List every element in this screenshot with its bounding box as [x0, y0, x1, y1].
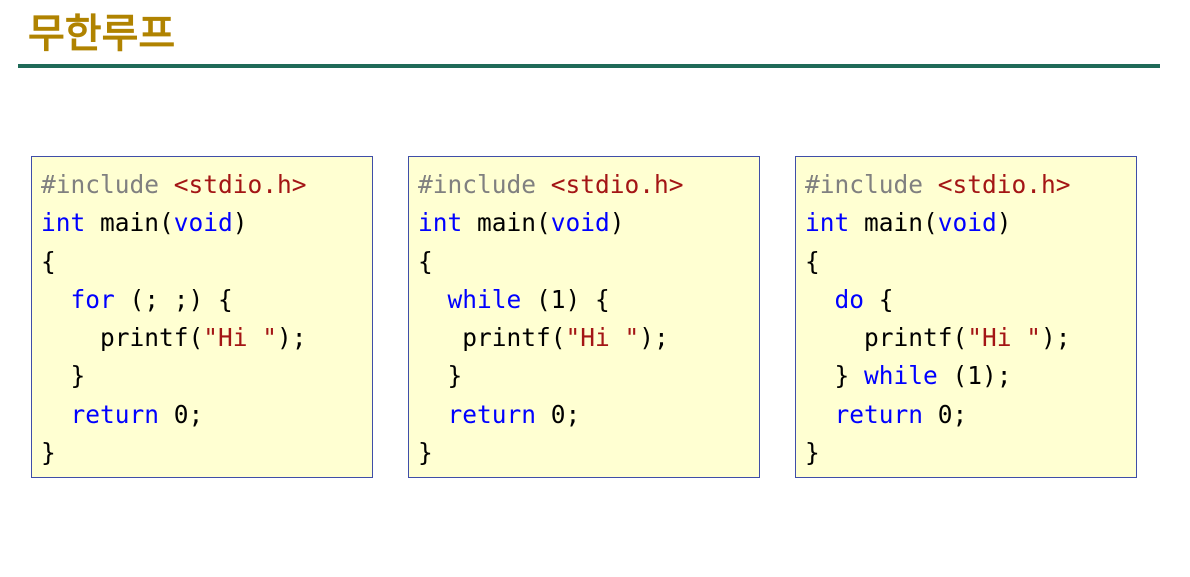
code-line: int main(void)	[41, 204, 372, 242]
code-token: )	[232, 208, 248, 238]
code-line: while (1) {	[418, 281, 759, 319]
code-token: int	[805, 208, 850, 238]
code-line: return 0;	[805, 396, 1136, 434]
code-token: #include	[805, 170, 938, 199]
code-token: return	[834, 399, 924, 429]
code-token: return	[70, 399, 160, 429]
code-token: {	[864, 284, 894, 314]
code-token: <stdio.h>	[550, 170, 684, 199]
code-token: }	[41, 361, 86, 391]
code-token: );	[1041, 323, 1071, 353]
code-token: 0;	[923, 399, 968, 429]
code-line: }	[805, 434, 1136, 472]
code-token: printf(	[805, 323, 968, 353]
code-token: }	[418, 438, 433, 468]
code-token: int	[41, 208, 86, 238]
code-token: "Hi "	[967, 323, 1042, 353]
code-line: int main(void)	[418, 204, 759, 242]
code-token: {	[418, 246, 433, 276]
code-token: )	[609, 208, 625, 238]
code-line: #include <stdio.h>	[418, 166, 759, 204]
code-token: 0;	[159, 399, 204, 429]
code-line: return 0;	[418, 396, 759, 434]
slide-title: 무한루프	[28, 11, 176, 57]
code-line: int main(void)	[805, 204, 1136, 242]
code-token: }	[418, 361, 463, 391]
code-token: (; ;) {	[114, 284, 233, 314]
code-line: printf("Hi ");	[805, 319, 1136, 357]
code-token: 0;	[536, 399, 581, 429]
code-token: main(	[85, 208, 174, 238]
code-token: for	[70, 284, 115, 314]
code-block-for-loop: #include <stdio.h> int main(void){ for (;…	[31, 156, 373, 478]
code-token: );	[277, 323, 307, 353]
code-token: #include	[41, 170, 174, 199]
code-block-while-loop: #include <stdio.h> int main(void){ while …	[408, 156, 760, 478]
code-token: (1);	[937, 361, 1012, 391]
slide: 무한루프 #include <stdio.h> int main(void){ f…	[0, 0, 1190, 577]
code-token: printf(	[41, 323, 204, 353]
code-token: }	[805, 438, 820, 468]
code-line: printf("Hi ");	[41, 319, 372, 357]
code-line: }	[418, 434, 759, 472]
code-token: "Hi "	[203, 323, 278, 353]
code-token: return	[447, 399, 537, 429]
code-line: }	[41, 357, 372, 395]
code-token: );	[639, 323, 669, 353]
code-token: )	[996, 208, 1012, 238]
code-line: {	[418, 243, 759, 281]
code-token: printf(	[418, 323, 566, 353]
code-line: }	[41, 434, 372, 472]
code-token: "Hi "	[565, 323, 640, 353]
code-line: {	[41, 243, 372, 281]
code-token: }	[805, 361, 865, 391]
code-token: void	[550, 208, 610, 238]
code-line: } while (1);	[805, 357, 1136, 395]
code-token: int	[418, 208, 463, 238]
code-token: {	[41, 246, 56, 276]
code-line: #include <stdio.h>	[805, 166, 1136, 204]
code-line: }	[418, 357, 759, 395]
code-line: return 0;	[41, 396, 372, 434]
code-line: printf("Hi ");	[418, 319, 759, 357]
code-token: }	[41, 438, 56, 468]
code-token: <stdio.h>	[937, 170, 1071, 199]
code-token: <stdio.h>	[173, 170, 307, 199]
title-divider	[18, 64, 1160, 68]
code-token: {	[805, 246, 820, 276]
code-token: while	[447, 284, 522, 314]
code-token: (1) {	[521, 284, 610, 314]
code-token: #include	[418, 170, 551, 199]
code-line: {	[805, 243, 1136, 281]
code-token: void	[937, 208, 997, 238]
code-token: while	[864, 361, 938, 391]
code-line: #include <stdio.h>	[41, 166, 372, 204]
code-line: do {	[805, 281, 1136, 319]
code-token: void	[173, 208, 233, 238]
code-token: do	[834, 284, 865, 314]
code-block-do-while-loop: #include <stdio.h> int main(void){ do { p…	[795, 156, 1137, 478]
code-line: for (; ;) {	[41, 281, 372, 319]
code-token: main(	[849, 208, 938, 238]
code-token: main(	[462, 208, 551, 238]
